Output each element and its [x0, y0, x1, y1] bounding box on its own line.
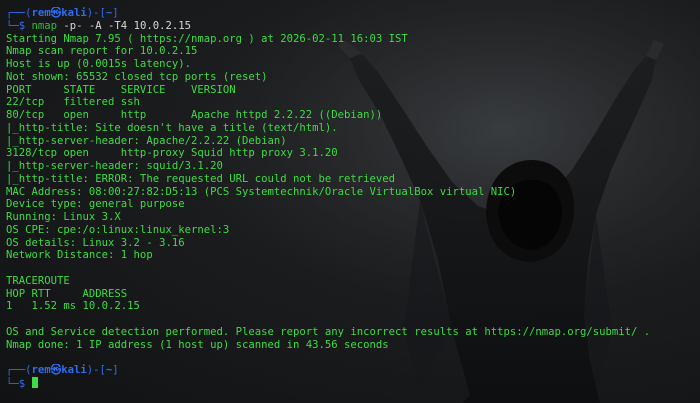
prompt-symbol: └─$ [6, 377, 32, 390]
prompt-frame-open: ┌──( [6, 364, 32, 376]
output-not-shown: Not shown: 65532 closed tcp ports (reset… [6, 70, 268, 83]
output-mac-address: MAC Address: 08:00:27:82:D5:13 (PCS Syst… [6, 185, 517, 198]
cursor-icon [31, 376, 38, 388]
prompt-frame-close: ] [112, 364, 119, 376]
terminal-output: ┌──(rem㉿kali)-[~] └─$ nmap -p- -A -T4 10… [6, 7, 696, 390]
port-80-http-title: |_http-title: Site doesn't have a title … [6, 121, 338, 134]
output-host-up: Host is up (0.0015s latency). [6, 58, 191, 70]
traceroute-row: 1 1.52 ms 10.0.2.15 [6, 300, 140, 313]
traceroute-header: HOP RTT ADDRESS [6, 287, 128, 300]
output-report: Nmap scan report for 10.0.2.15 [6, 45, 198, 58]
command-name: nmap [31, 19, 58, 32]
port-3128-http-title: |_http-title: ERROR: The requested URL c… [6, 172, 396, 185]
output-detection-note: OS and Service detection performed. Plea… [6, 325, 651, 338]
port-table-header: PORT STATE SERVICE VERSION [6, 83, 236, 96]
output-done: Nmap done: 1 IP address (1 host up) scan… [6, 338, 389, 351]
output-device-type: Device type: general purpose [6, 198, 185, 211]
port-row-3128: 3128/tcp open http-proxy Squid http prox… [6, 147, 338, 160]
prompt-frame-close: ] [112, 7, 119, 19]
traceroute-title: TRACEROUTE [6, 274, 70, 287]
terminal-window[interactable]: ┌──(rem㉿kali)-[~] └─$ nmap -p- -A -T4 10… [0, 0, 700, 403]
output-running: Running: Linux 3.X [6, 211, 121, 223]
prompt-header: ┌──(rem㉿kali)-[~] [6, 7, 696, 20]
prompt-user-host: rem㉿kali [31, 364, 87, 376]
command-args: -p- -A -T4 10.0.2.15 [57, 19, 191, 32]
output-network-distance: Network Distance: 1 hop [6, 249, 153, 262]
output-os-cpe: OS CPE: cpe:/o:linux:linux_kernel:3 [6, 223, 230, 236]
prompt-frame-open: ┌──( [6, 7, 32, 19]
command-line: └─$ nmap -p- -A -T4 10.0.2.15 [6, 20, 696, 33]
prompt-frame-mid: )-[ [86, 7, 106, 19]
port-row-22: 22/tcp filtered ssh [6, 96, 140, 109]
port-3128-server-header: |_http-server-header: squid/3.1.20 [6, 160, 223, 172]
input-line[interactable]: └─$ [6, 376, 696, 390]
port-80-server-header: |_http-server-header: Apache/2.2.22 (Deb… [6, 134, 287, 147]
prompt-symbol: └─$ [6, 19, 32, 32]
prompt-header: ┌──(rem㉿kali)-[~] [6, 364, 696, 377]
port-row-80: 80/tcp open http Apache httpd 2.2.22 ((D… [6, 109, 383, 121]
output-start: Starting Nmap 7.95 ( https://nmap.org ) … [6, 32, 408, 45]
prompt-frame-mid: )-[ [86, 364, 106, 376]
prompt-user-host: rem㉿kali [31, 7, 87, 19]
output-os-details: OS details: Linux 3.2 - 3.16 [6, 236, 185, 249]
